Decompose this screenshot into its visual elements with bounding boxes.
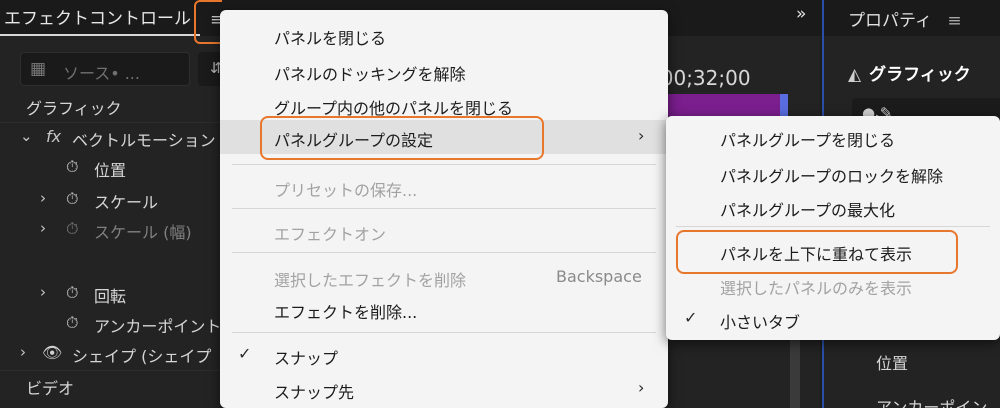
scale-row: › ⏱ スケール [20,186,222,216]
effect-controls-panel: エフェクトコントロール ▦ ソース• ... ⇵ グラフィック ⌄ fx ベクト… [0,0,236,408]
highlight-outline [260,116,544,160]
menu-item-label: エフェクトオン [274,225,387,244]
menu-separator [232,208,656,209]
menu-item-delete-effects[interactable]: エフェクトを削除... [220,292,668,326]
panel-context-menu: パネルを閉じる パネルのドッキングを解除 グループ内の他のパネルを閉じる パネル… [220,10,668,408]
scale-width-row: › ⏱ スケール (幅) [20,216,222,246]
submenu-item-maximize-panel-group[interactable]: パネルグループの最大化 [666,190,1000,224]
shape-row[interactable]: › 👁 シェイプ (シェイプ [20,340,222,370]
properties-tab[interactable]: プロパティ ≡ [848,6,962,31]
tab-overflow-icon[interactable]: » [796,4,806,24]
menu-item-label: プリセットの保存... [274,181,418,200]
video-label: ビデオ [26,379,75,398]
stopwatch-icon[interactable]: ⏱ [66,157,78,177]
menu-item-label: 小さいタブ [720,313,801,332]
panel-group-settings-submenu: パネルグループを閉じる パネルグループのロックを解除 パネルグループの最大化 パ… [666,116,1000,340]
source-clip-label: ソース• ... [63,64,140,83]
stopwatch-icon[interactable]: ⏱ [66,283,78,303]
menu-item-snap[interactable]: ✓ スナップ [220,338,668,372]
stopwatch-icon[interactable]: ⏱ [66,313,78,333]
chevron-right-icon[interactable]: › [40,189,46,207]
position-label: 位置 [94,161,127,180]
properties-anchor-label: アンカーポイン [876,398,988,408]
chevron-right-icon[interactable]: › [20,343,26,361]
graphic-icon: ◭ [848,65,862,85]
menu-item-undock-panel[interactable]: パネルのドッキングを解除 [220,54,668,88]
shape-label: シェイプ (シェイプ [72,347,212,366]
source-clip-selector[interactable]: ▦ ソース• ... [20,52,190,86]
active-tab-underline [0,34,200,36]
menu-item-effect-on: エフェクトオン [220,214,668,248]
menu-item-label: エフェクトを削除... [274,303,418,322]
submenu-item-close-panel-group[interactable]: パネルグループを閉じる [666,120,1000,154]
chevron-right-icon: › [638,126,645,145]
highlight-outline [676,230,958,274]
effect-controls-tab[interactable]: エフェクトコントロール [4,4,191,29]
video-section-header: ビデオ [0,372,222,402]
menu-item-shortcut: Backspace [556,267,642,286]
fx-badge[interactable]: fx [46,127,61,146]
menu-item-label: パネルグループの最大化 [720,201,896,220]
graphic-label: グラフィック [26,99,122,118]
properties-graphic-title: ◭ グラフィック [848,60,971,85]
submenu-item-small-tabs[interactable]: ✓ 小さいタブ [666,302,1000,336]
clip-grid-icon: ▦ [30,59,47,79]
vector-motion-row[interactable]: ⌄ fx ベクトルモーション [20,124,222,154]
stopwatch-icon[interactable]: ⏱ [66,189,78,209]
timecode-display: ;00;32;00 [654,66,751,90]
menu-item-label: パネルグループのロックを解除 [720,167,944,186]
position-row: ⏱ 位置 [20,154,222,184]
menu-separator [232,164,656,165]
menu-item-label: パネルグループを閉じる [720,131,896,150]
rotation-label: 回転 [94,287,127,306]
row-divider [0,122,222,123]
menu-item-delete-selected-effect: 選択したエフェクトを削除 Backspace [220,260,668,294]
anchor-point-row: ⏱ アンカーポイント [20,310,222,340]
panel-menu-icon[interactable]: ≡ [947,11,961,31]
menu-item-close-panel[interactable]: パネルを閉じる [220,18,668,52]
menu-separator [232,252,656,253]
checkmark-icon: ✓ [684,308,698,327]
properties-tab-label: プロパティ [848,11,932,31]
rotation-row: › ⏱ 回転 [20,280,222,310]
submenu-item-unlock-panel-group[interactable]: パネルグループのロックを解除 [666,156,1000,190]
checkmark-icon: ✓ [238,344,252,363]
effect-controls-tab-strip: エフェクトコントロール [0,0,222,36]
vector-motion-label: ベクトルモーション [72,131,216,150]
scale-label: スケール [94,193,159,212]
menu-item-label: スナップ先 [274,383,355,402]
menu-item-label: スナップ [274,349,339,368]
menu-item-label: 選択したエフェクトを削除 [274,271,467,290]
menu-separator [232,332,656,333]
menu-item-label: 選択したパネルのみを表示 [720,279,913,298]
menu-separator [676,226,990,227]
scale-width-label: スケール (幅) [94,223,192,242]
chevron-down-icon[interactable]: ⌄ [20,127,33,145]
properties-tab-strip: プロパティ ≡ [824,0,1000,36]
row-divider [0,370,222,371]
properties-position-label: 位置 [876,354,909,373]
stopwatch-icon: ⏱ [66,219,79,238]
anchor-point-label: アンカーポイント [94,317,222,336]
menu-item-label: パネルを閉じる [274,29,387,48]
eye-icon[interactable]: 👁 [42,343,62,362]
chevron-right-icon[interactable]: › [40,219,46,237]
menu-item-label: パネルのドッキングを解除 [274,65,466,84]
chevron-right-icon[interactable]: › [40,283,46,301]
chevron-right-icon: › [638,378,645,397]
graphic-section-header: グラフィック [0,92,222,122]
properties-graphic-label: グラフィック [869,65,971,85]
menu-item-snap-to[interactable]: スナップ先 › [220,372,668,406]
menu-item-save-preset: プリセットの保存... [220,170,668,204]
